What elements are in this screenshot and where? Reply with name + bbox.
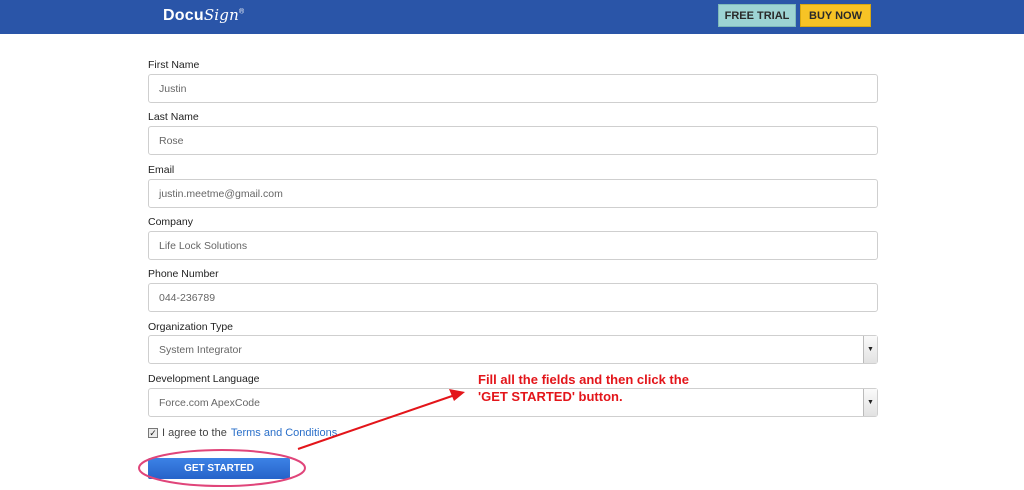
org-type-select[interactable]: System Integrator ▼ [148, 335, 878, 364]
terms-link[interactable]: Terms and Conditions [231, 427, 337, 439]
instruction-note: Fill all the fields and then click the '… [478, 371, 689, 405]
terms-agreement: ✓ I agree to the Terms and Conditions [148, 427, 337, 439]
company-field[interactable]: Life Lock Solutions [148, 231, 878, 260]
instruction-line-2: 'GET STARTED' button. [478, 389, 623, 404]
dropdown-arrow-icon[interactable]: ▼ [863, 336, 877, 363]
agree-text: I agree to the [162, 427, 227, 439]
last-name-value: Rose [159, 134, 184, 147]
buy-now-button[interactable]: BUY NOW [800, 4, 871, 27]
logo-trademark: ® [238, 8, 245, 16]
last-name-field[interactable]: Rose [148, 126, 878, 155]
phone-value: 044-236789 [159, 291, 216, 304]
email-field[interactable]: justin.meetme@gmail.com [148, 179, 878, 208]
logo-text: Docu [163, 7, 204, 24]
email-value: justin.meetme@gmail.com [159, 187, 283, 200]
free-trial-button[interactable]: FREE TRIAL [718, 4, 796, 27]
instruction-line-1: Fill all the fields and then click the [478, 372, 689, 387]
company-label: Company [148, 216, 193, 228]
logo-script-text: Sign [203, 6, 239, 24]
top-header-bar: DocuSign® FREE TRIAL BUY NOW [0, 0, 1024, 34]
phone-label: Phone Number [148, 268, 219, 280]
company-value: Life Lock Solutions [159, 239, 248, 252]
phone-field[interactable]: 044-236789 [148, 283, 878, 312]
dev-language-label: Development Language [148, 373, 260, 385]
get-started-button[interactable]: GET STARTED [148, 458, 290, 479]
dropdown-arrow-icon[interactable]: ▼ [863, 389, 877, 416]
first-name-field[interactable]: Justin [148, 74, 878, 103]
first-name-label: First Name [148, 59, 200, 71]
email-label: Email [148, 164, 175, 176]
org-type-value: System Integrator [159, 343, 242, 356]
first-name-value: Justin [159, 82, 187, 95]
org-type-label: Organization Type [148, 321, 234, 333]
docusign-logo[interactable]: DocuSign® [163, 6, 244, 25]
agree-checkbox[interactable]: ✓ [148, 428, 158, 438]
last-name-label: Last Name [148, 111, 199, 123]
